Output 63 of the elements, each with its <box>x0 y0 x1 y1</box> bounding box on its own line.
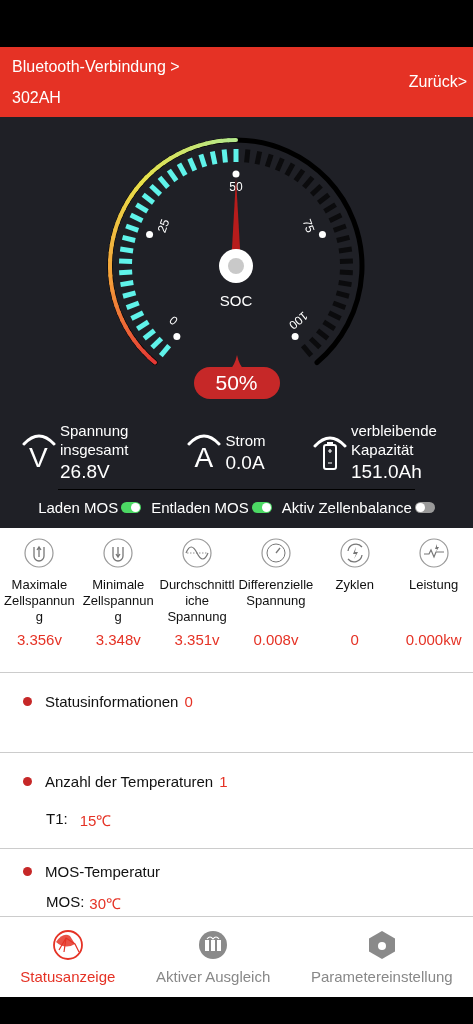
stat-label: Leistung <box>408 577 460 594</box>
toggle-switch[interactable] <box>121 502 142 513</box>
bullet-dot <box>23 697 32 706</box>
metric-value: 0.0A <box>225 451 266 474</box>
reading-label: T1: <box>46 810 68 829</box>
stat-value: 0.000kw <box>405 631 462 648</box>
section-title: Statusinformationen <box>45 693 179 710</box>
section-title: MOS-Temperatur <box>45 863 161 880</box>
sine-wave-icon <box>182 538 213 568</box>
batteries-icon <box>198 929 229 960</box>
dial-icon <box>260 538 291 568</box>
stat-value: 3.351v <box>174 631 220 648</box>
stat-label: Durchschnittliche Spannung <box>159 577 236 625</box>
pulse-bolt-icon <box>418 538 449 568</box>
nav-tab[interactable]: Statusanzeige <box>20 929 116 985</box>
tick-dot <box>291 333 299 340</box>
switch-label: Laden MOS <box>38 499 119 516</box>
device-name: 302AH <box>12 88 62 107</box>
section-count: 0 <box>184 693 193 710</box>
tick-dot <box>318 231 326 239</box>
gauge-label: SOC <box>219 291 253 309</box>
toggle-switch[interactable] <box>251 502 272 513</box>
tick-label: 100 <box>286 308 311 333</box>
tick-dot <box>232 170 240 178</box>
section-title: Anzahl der Temperaturen <box>45 773 214 790</box>
tick-dot <box>146 231 154 239</box>
nav-tab[interactable]: Parametereinstellung <box>310 929 453 985</box>
reading-value: 15℃ <box>79 811 112 830</box>
stat-value: 3.356v <box>16 631 62 648</box>
section-count: 1 <box>219 773 228 790</box>
stat-label: Minimale Zellspannung <box>81 577 155 625</box>
tick-dot <box>173 333 181 340</box>
metric-value: 151.0Ah <box>351 461 423 483</box>
switch-label: Aktiv Zellenbalance <box>281 499 412 516</box>
tick-label: 0 <box>166 312 181 328</box>
bullet-dot <box>23 867 32 876</box>
cycle-bolt-icon <box>339 538 370 568</box>
network-circle-icon <box>52 929 83 960</box>
stat-value: 0.008v <box>253 631 299 648</box>
metric-label: verbleibende Kapazität <box>351 421 438 459</box>
bluetooth-link[interactable]: Bluetooth-Verbindung > <box>12 57 180 76</box>
back-link[interactable]: Zurück> <box>408 73 473 91</box>
stat-label: Maximale Zellspannung <box>3 577 76 625</box>
metric-label: Strom <box>225 430 266 450</box>
switch-label: Entladen MOS <box>151 499 249 516</box>
stat-label: Zyklen <box>334 577 375 594</box>
reading-value: 30℃ <box>89 894 122 913</box>
metric-label: Spannung insgesamt <box>60 421 130 459</box>
tick-label: 25 <box>154 217 173 235</box>
nav-tab[interactable]: Aktiver Ausgleich <box>156 929 271 985</box>
metric-value: 26.8V <box>60 461 111 483</box>
tick-label: 75 <box>299 217 318 235</box>
cell-down-icon <box>103 538 134 568</box>
toggle-switch[interactable] <box>414 502 435 513</box>
stat-value: 0 <box>350 631 359 648</box>
tick-label: 50 <box>229 180 243 195</box>
hexagon-icon <box>366 929 397 960</box>
stat-label: Differenzielle Spannung <box>237 577 314 610</box>
reading-label: MOS: <box>46 893 85 912</box>
stat-value: 3.348v <box>95 631 141 648</box>
needle-hub <box>219 249 253 283</box>
bullet-dot <box>23 777 32 786</box>
cell-up-icon <box>24 538 55 568</box>
